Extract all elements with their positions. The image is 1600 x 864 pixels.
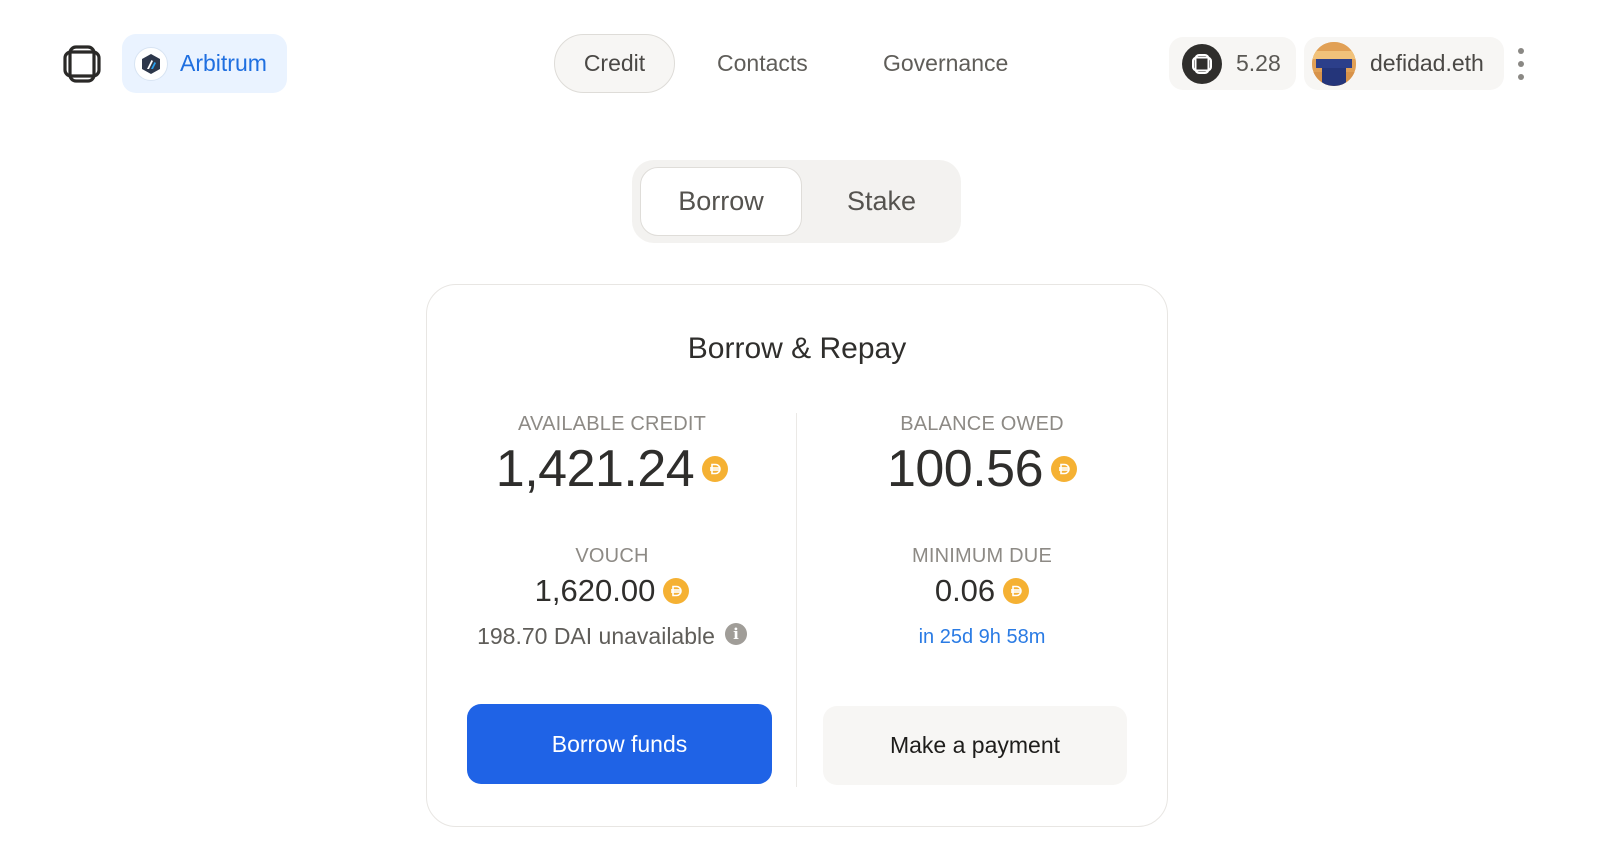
borrow-column: AVAILABLE CREDIT 1,421.24 VOUCH 1,620.00… xyxy=(427,285,797,828)
nav-credit[interactable]: Credit xyxy=(554,34,675,93)
dai-icon xyxy=(1051,456,1078,482)
borrow-repay-card: Borrow & Repay AVAILABLE CREDIT 1,421.24… xyxy=(426,284,1168,827)
available-credit-row: 1,421.24 xyxy=(427,439,797,499)
nav-contacts[interactable]: Contacts xyxy=(717,34,808,93)
unavailable-row: 198.70 DAI unavailable i xyxy=(427,622,797,650)
union-logo-icon[interactable] xyxy=(62,44,102,84)
dai-icon xyxy=(1003,578,1030,604)
borrow-funds-button[interactable]: Borrow funds xyxy=(467,704,772,784)
arbitrum-icon xyxy=(134,46,168,81)
unavailable-text: 198.70 DAI unavailable xyxy=(477,623,715,649)
available-credit-label: AVAILABLE CREDIT xyxy=(517,413,707,435)
account-name: defidad.eth xyxy=(1370,50,1484,76)
avatar xyxy=(1312,41,1356,86)
network-selector[interactable]: Arbitrum xyxy=(122,34,287,93)
toggle-stake[interactable]: Stake xyxy=(802,167,961,236)
minimum-due-row: 0.06 xyxy=(797,573,1167,609)
minimum-due-value: 0.06 xyxy=(934,573,996,608)
balance-owed-row: 100.56 xyxy=(797,439,1167,499)
minimum-due-label: MINIMUM DUE xyxy=(912,545,1052,567)
dai-icon xyxy=(663,578,690,604)
account-button[interactable]: defidad.eth xyxy=(1304,37,1504,90)
union-balance-chip[interactable]: 5.28 xyxy=(1169,37,1296,90)
vouch-row: 1,620.00 xyxy=(427,573,797,609)
make-payment-button[interactable]: Make a payment xyxy=(823,706,1127,785)
union-token-icon xyxy=(1182,43,1222,84)
more-vertical-icon[interactable] xyxy=(1512,48,1530,80)
dai-icon xyxy=(702,456,729,482)
union-balance-value: 5.28 xyxy=(1236,50,1281,76)
vouch-value: 1,620.00 xyxy=(534,573,656,608)
repay-column: BALANCE OWED 100.56 MINIMUM DUE 0.06 in … xyxy=(797,285,1167,828)
info-icon[interactable]: i xyxy=(724,622,747,645)
network-label: Arbitrum xyxy=(180,50,267,76)
nav-governance[interactable]: Governance xyxy=(883,34,1008,93)
vouch-label: VOUCH xyxy=(575,545,649,567)
mode-toggle: Borrow Stake xyxy=(632,160,961,243)
toggle-borrow[interactable]: Borrow xyxy=(640,167,802,236)
balance-owed-label: BALANCE OWED xyxy=(900,413,1064,435)
top-header: Arbitrum Credit Contacts Governance 5.28… xyxy=(0,0,1600,128)
due-countdown: in 25d 9h 58m xyxy=(918,626,1046,648)
available-credit-value: 1,421.24 xyxy=(495,440,695,498)
balance-owed-value: 100.56 xyxy=(886,440,1044,498)
